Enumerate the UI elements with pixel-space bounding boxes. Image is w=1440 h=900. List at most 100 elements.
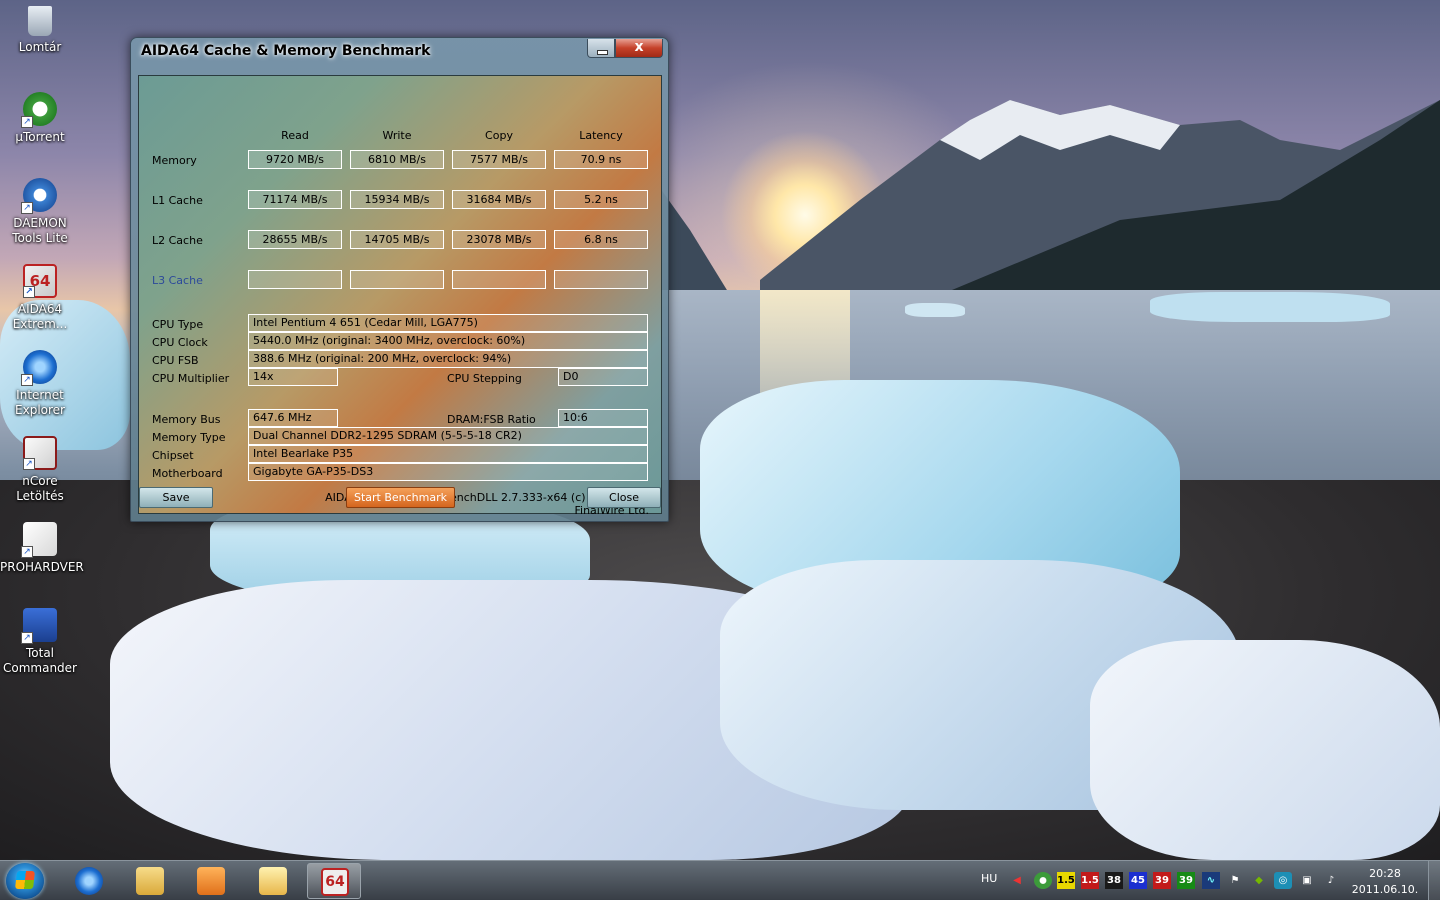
l3-read-value xyxy=(248,270,342,289)
desktop-icon-ncore[interactable]: ↗ nCore Letöltés xyxy=(0,436,80,504)
l2-latency-value: 6.8 ns xyxy=(554,230,648,249)
taskbar: 64 HU ◀ 1.5 1.5 38 45 39 39 ∿ ⚑ ◆ ◎ ▣ ♪ … xyxy=(0,860,1440,900)
desktop-icon-utorrent[interactable]: ↗ µTorrent xyxy=(0,92,80,145)
iceberg xyxy=(1150,292,1390,322)
aida64-icon: 64 ↗ xyxy=(23,264,57,298)
taskbar-explorer[interactable] xyxy=(123,863,177,899)
chipset-value: Intel Bearlake P35 xyxy=(248,445,648,463)
taskbar-outlook[interactable] xyxy=(246,863,300,899)
windows-logo-icon xyxy=(15,871,35,889)
cpu-fsb-value: 388.6 MHz (original: 200 MHz, overclock:… xyxy=(248,350,648,368)
memory-write-value: 6810 MB/s xyxy=(350,150,444,169)
l3-copy-value xyxy=(452,270,546,289)
cpu-type-value: Intel Pentium 4 651 (Cedar Mill, LGA775) xyxy=(248,314,648,332)
show-desktop-button[interactable] xyxy=(1428,861,1440,900)
motherboard-label: Motherboard xyxy=(152,467,223,480)
utorrent-icon: ↗ xyxy=(21,92,57,128)
ncore-icon: ↗ xyxy=(23,436,57,470)
action-center-flag-icon[interactable]: ⚑ xyxy=(1226,872,1244,889)
aida64-icon: 64 xyxy=(321,868,349,896)
column-header-latency: Latency xyxy=(579,129,623,142)
tray-value-4[interactable]: 45 xyxy=(1129,872,1147,889)
l2-read-value: 28655 MB/s xyxy=(248,230,342,249)
internet-explorer-icon xyxy=(75,867,103,895)
volume-red-icon[interactable]: ◀ xyxy=(1008,872,1026,889)
tray-value-3[interactable]: 38 xyxy=(1105,872,1123,889)
cpu-type-label: CPU Type xyxy=(152,318,204,331)
benchmark-panel: Read Write Copy Latency Memory 9720 MB/s… xyxy=(138,75,662,517)
desktop-icon-label: nCore Letöltés xyxy=(16,474,64,503)
column-header-write: Write xyxy=(382,129,412,142)
language-indicator[interactable]: HU xyxy=(981,872,997,885)
daemon-tools-icon: ↗ xyxy=(21,178,57,214)
memory-read-value: 9720 MB/s xyxy=(248,150,342,169)
cpu-stepping-label: CPU Stepping xyxy=(447,372,522,385)
row-label-l3-cache: L3 Cache xyxy=(152,274,203,287)
desktop-icon-label: Lomtár xyxy=(18,40,62,54)
window-close-button[interactable]: x xyxy=(615,39,663,58)
taskbar-aida64[interactable]: 64 xyxy=(307,863,361,899)
close-button[interactable]: Close xyxy=(587,487,661,508)
desktop-icon-daemon-tools[interactable]: ↗ DAEMON Tools Lite xyxy=(0,178,80,246)
cpu-multiplier-label: CPU Multiplier xyxy=(152,372,230,385)
taskbar-internet-explorer[interactable] xyxy=(62,863,116,899)
desktop-icon-label: PROHARDVER xyxy=(0,560,84,574)
memory-bus-value: 647.6 MHz xyxy=(248,409,338,427)
mountains xyxy=(640,100,1440,295)
taskbar-media-player[interactable] xyxy=(184,863,238,899)
l3-write-value xyxy=(350,270,444,289)
dram-fsb-ratio-label: DRAM:FSB Ratio xyxy=(447,413,536,426)
start-button[interactable] xyxy=(6,863,44,899)
shortcut-arrow-icon: ↗ xyxy=(21,202,33,214)
utorrent-tray-icon[interactable] xyxy=(1034,872,1052,889)
volume-icon[interactable]: ♪ xyxy=(1322,872,1340,889)
desktop-icon-internet-explorer[interactable]: ↗ Internet Explorer xyxy=(0,350,80,418)
l3-latency-value xyxy=(554,270,648,289)
shortcut-arrow-icon: ↗ xyxy=(23,286,35,298)
desktop-icon-label: µTorrent xyxy=(15,130,65,144)
shortcut-arrow-icon: ↗ xyxy=(21,374,33,386)
desktop-icon-label: Total Commander xyxy=(3,646,77,675)
desktop-icon-label: AIDA64 Extrem... xyxy=(12,302,68,331)
tray-value-2[interactable]: 1.5 xyxy=(1081,872,1099,889)
memory-latency-value: 70.9 ns xyxy=(554,150,648,169)
desktop-icon-aida64[interactable]: 64 ↗ AIDA64 Extrem... xyxy=(0,264,80,332)
row-label-l1-cache: L1 Cache xyxy=(152,194,203,207)
start-benchmark-button[interactable]: Start Benchmark xyxy=(346,487,455,508)
nvidia-icon[interactable]: ◆ xyxy=(1250,872,1268,889)
memory-type-value: Dual Channel DDR2-1295 SDRAM (5-5-5-18 C… xyxy=(248,427,648,445)
network-icon[interactable]: ▣ xyxy=(1298,872,1316,889)
clock-time[interactable]: 20:28 xyxy=(1360,867,1410,880)
shortcut-arrow-icon: ↗ xyxy=(21,546,33,558)
l2-copy-value: 23078 MB/s xyxy=(452,230,546,249)
ice-block xyxy=(1090,640,1440,860)
l1-write-value: 15934 MB/s xyxy=(350,190,444,209)
folder-icon xyxy=(136,867,164,895)
row-label-memory: Memory xyxy=(152,154,197,167)
desktop-icon-prohardver[interactable]: ↗ PROHARDVER xyxy=(0,522,84,575)
tray-value-5[interactable]: 39 xyxy=(1153,872,1171,889)
monitor-graph-icon[interactable]: ∿ xyxy=(1202,872,1220,889)
media-player-icon xyxy=(197,867,225,895)
desktop-icon-total-commander[interactable]: ↗ Total Commander xyxy=(0,608,80,676)
total-commander-icon: ↗ xyxy=(21,608,57,644)
save-button[interactable]: Save xyxy=(139,487,213,508)
iceberg xyxy=(905,303,965,317)
row-label-l2-cache: L2 Cache xyxy=(152,234,203,247)
clock-date[interactable]: 2011.06.10. xyxy=(1350,883,1420,896)
cpu-clock-label: CPU Clock xyxy=(152,336,208,349)
recycle-bin-icon xyxy=(28,6,52,36)
internet-explorer-icon: ↗ xyxy=(21,350,57,386)
benchmark-window: AIDA64 Cache & Memory Benchmark x Read W… xyxy=(130,37,669,522)
desktop-icon-label: DAEMON Tools Lite xyxy=(12,216,68,245)
l2-write-value: 14705 MB/s xyxy=(350,230,444,249)
tray-value-6[interactable]: 39 xyxy=(1177,872,1195,889)
minimize-button[interactable] xyxy=(587,39,615,58)
memory-type-label: Memory Type xyxy=(152,431,226,444)
tray-value-1[interactable]: 1.5 xyxy=(1057,872,1075,889)
l1-copy-value: 31684 MB/s xyxy=(452,190,546,209)
column-header-read: Read xyxy=(281,129,309,142)
desktop-icon-recycle-bin[interactable]: Lomtár xyxy=(0,6,80,55)
security-icon[interactable]: ◎ xyxy=(1274,872,1292,889)
motherboard-value: Gigabyte GA-P35-DS3 xyxy=(248,463,648,481)
